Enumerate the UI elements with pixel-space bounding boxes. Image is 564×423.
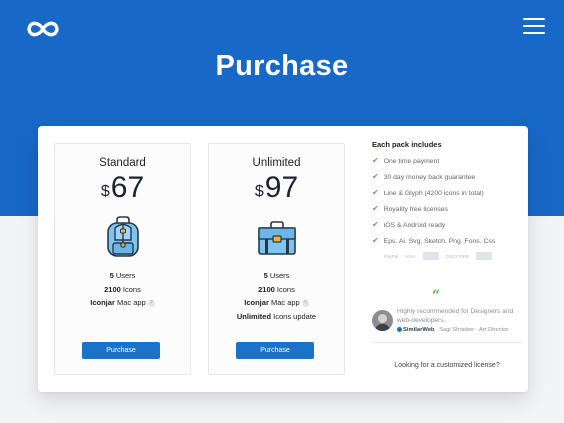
infinity-logo-icon[interactable] — [25, 18, 61, 40]
check-icon: ✔ — [372, 188, 379, 197]
include-item: ✔ iOS & Android ready — [372, 220, 446, 229]
check-icon: ✔ — [372, 236, 379, 245]
help-icon[interactable]: ? — [147, 299, 155, 307]
help-icon[interactable]: ? — [301, 299, 309, 307]
currency-symbol: $ — [254, 183, 264, 200]
plan-price: $97 — [209, 171, 344, 205]
check-icon: ✔ — [372, 204, 379, 213]
plan-name: Standard — [99, 157, 146, 169]
feature-users: 5 Users — [109, 271, 136, 280]
feature-users: 5 Users — [263, 271, 290, 280]
visa-logo: VISA — [405, 253, 416, 259]
feature-icons: 2100 Icons — [258, 284, 295, 294]
discover-logo: DISCOVER — [445, 253, 470, 259]
plan-unlimited: Unlimited $97 5 Users 2100 Icons Iconjar… — [208, 143, 345, 375]
include-item: ✔ Line & Glyph (4200 icons in total) — [372, 188, 484, 197]
pack-includes: Each pack includes ✔ One time payment ✔ 30… — [372, 140, 522, 260]
quote-icon: “ — [432, 288, 441, 304]
custom-license-link[interactable]: Looking for a customized license? — [372, 362, 522, 369]
divider — [372, 342, 522, 343]
similarweb-logo-icon — [397, 327, 402, 332]
paypal-logo: PayPal — [384, 253, 399, 259]
pricing-card: Standard $67 5 Users 2100 Icons Iconjar … — [38, 126, 528, 392]
feature-app: Iconjar Mac app? — [209, 296, 344, 310]
plan-price: $67 — [55, 171, 190, 205]
card-logo — [476, 252, 493, 260]
avatar — [372, 310, 393, 331]
currency-symbol: $ — [100, 183, 110, 200]
price-value: 67 — [110, 171, 145, 204]
feature-updates: Unlimited Icons update — [236, 311, 317, 321]
includes-title: Each pack includes — [372, 140, 442, 149]
plan-name: Unlimited — [252, 157, 301, 169]
page-title: Purchase — [215, 50, 349, 82]
check-icon: ✔ — [372, 220, 379, 229]
testimonial-author: SimilarWeb Sagi Shrieber - Art Director — [397, 327, 522, 333]
plan-standard: Standard $67 5 Users 2100 Icons Iconjar … — [54, 143, 191, 375]
include-item: ✔ Eps. Ai. Svg. Sketch. Png. Fons. Css — [372, 236, 496, 245]
backpack-icon — [106, 216, 139, 257]
feature-icons: 2100 Icons — [104, 284, 141, 294]
check-icon: ✔ — [372, 156, 379, 165]
author-name: Sagi Shrieber - Art Director — [439, 327, 509, 334]
include-item: ✔ Royality free licenses — [372, 204, 448, 213]
purchase-button-standard[interactable]: Purchase — [82, 342, 160, 359]
company-name: SimilarWeb — [403, 327, 435, 334]
plan-features: 5 Users 2100 Icons Iconjar Mac app? Unli… — [209, 269, 344, 323]
plan-features: 5 Users 2100 Icons Iconjar Mac app? — [55, 269, 190, 310]
include-item: ✔ 30 day money back guarantee — [372, 172, 476, 181]
hamburger-menu-icon[interactable] — [523, 18, 545, 36]
card-logo — [422, 252, 439, 260]
include-item: ✔ One time payment — [372, 156, 440, 165]
briefcase-icon — [257, 221, 296, 255]
price-value: 97 — [264, 171, 299, 204]
check-icon: ✔ — [372, 172, 379, 181]
feature-app: Iconjar Mac app? — [55, 296, 190, 310]
payment-methods: PayPal VISA DISCOVER — [372, 252, 522, 260]
purchase-button-unlimited[interactable]: Purchase — [236, 342, 314, 359]
testimonial-text: Highly recommended for Designers and web… — [397, 308, 514, 324]
